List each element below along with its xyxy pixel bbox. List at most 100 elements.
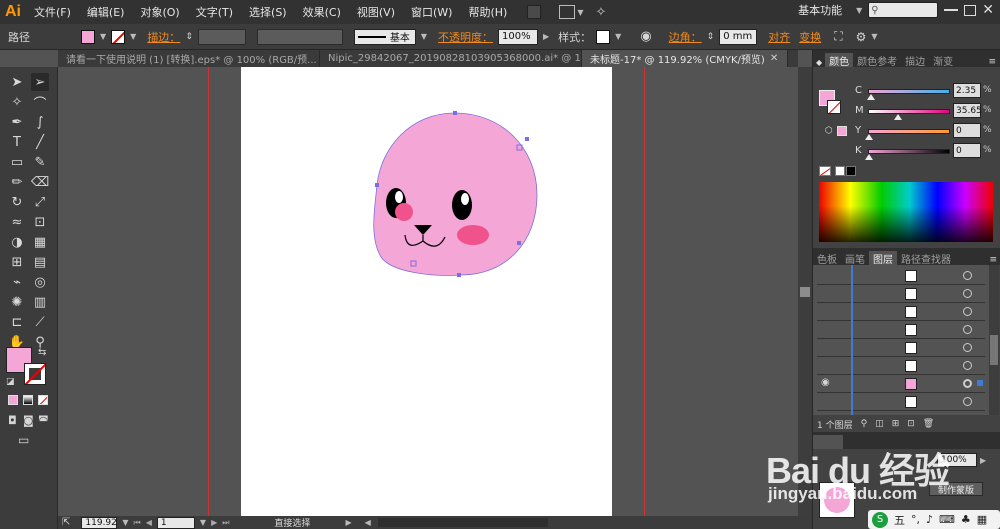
direct-selection-tool-icon[interactable]: ➢ bbox=[31, 73, 49, 91]
curvature-tool-icon[interactable]: ∫ bbox=[31, 113, 49, 131]
cyan-slider[interactable]: C 2.35 % bbox=[813, 82, 1000, 102]
yellow-track[interactable] bbox=[865, 129, 950, 140]
color-spectrum[interactable] bbox=[819, 182, 993, 242]
white-swatch[interactable] bbox=[835, 166, 845, 176]
zoom-input[interactable]: 119.92 bbox=[81, 516, 118, 529]
align-link[interactable]: 对齐 bbox=[768, 29, 790, 45]
menu-edit[interactable]: 编辑(E) bbox=[79, 4, 133, 20]
target-icon[interactable] bbox=[963, 271, 972, 280]
eyedropper-icon[interactable]: ⌁ bbox=[8, 273, 26, 291]
layer-row[interactable] bbox=[817, 339, 985, 357]
rectangle-tool-icon[interactable]: ▭ bbox=[8, 153, 26, 171]
chevron-down-icon[interactable]: ▼ bbox=[577, 8, 583, 17]
default-colors-icon[interactable]: ◪ bbox=[6, 377, 15, 387]
black-swatch[interactable] bbox=[846, 166, 856, 176]
ime-punct-icon[interactable]: °, bbox=[911, 513, 920, 526]
gradient-tool-icon[interactable]: ▤ bbox=[31, 253, 49, 271]
cyan-track[interactable] bbox=[867, 89, 950, 100]
opacity-label[interactable]: 不透明度： bbox=[438, 29, 493, 45]
fill-swatch[interactable] bbox=[81, 29, 95, 44]
locate-object-icon[interactable]: ⚲ bbox=[861, 419, 868, 429]
fill-chevron-icon[interactable]: ▼ bbox=[100, 32, 106, 41]
page-chevron-icon[interactable]: ▼ bbox=[200, 518, 206, 527]
stroke-swatch[interactable] bbox=[111, 29, 126, 44]
ime-logo-icon[interactable]: S bbox=[872, 511, 888, 528]
close-icon[interactable]: ✕ bbox=[770, 53, 778, 64]
ime-skin-icon[interactable]: ♣ bbox=[961, 513, 971, 526]
delete-icon[interactable]: 🗑 bbox=[923, 419, 934, 429]
draw-behind-icon[interactable]: ◙ bbox=[23, 414, 34, 427]
stroke-label[interactable]: 描边： bbox=[147, 29, 180, 45]
none-mode-icon[interactable] bbox=[38, 395, 48, 405]
stroke-weight-field[interactable] bbox=[197, 28, 246, 45]
screen-mode-icon[interactable]: ▭ bbox=[18, 433, 29, 447]
selection-tool-icon[interactable]: ➤ bbox=[8, 73, 26, 91]
layer-row[interactable] bbox=[817, 357, 985, 375]
warp-tool-icon[interactable]: ≈ bbox=[8, 213, 26, 231]
yellow-value-input[interactable]: 0 bbox=[953, 123, 981, 138]
line-tool-icon[interactable]: ╱ bbox=[31, 133, 49, 151]
minimize-icon[interactable] bbox=[944, 9, 959, 11]
blend-tool-icon[interactable]: ◎ bbox=[31, 273, 49, 291]
next-page-icon[interactable]: ▶ bbox=[211, 518, 217, 527]
close-icon[interactable]: ✕ bbox=[982, 2, 994, 18]
brush-chevron-icon[interactable]: ▼ bbox=[421, 32, 427, 41]
yellow-slider[interactable]: Y 0 % bbox=[813, 122, 1000, 142]
corner-stepper-icon[interactable]: ⇕ bbox=[707, 32, 715, 42]
menu-window[interactable]: 窗口(W) bbox=[403, 4, 460, 20]
target-icon[interactable] bbox=[963, 307, 972, 316]
scroll-thumb[interactable] bbox=[800, 287, 810, 297]
tab-layers[interactable]: 图层 bbox=[869, 251, 897, 266]
transform-link[interactable]: 变换 bbox=[799, 29, 821, 45]
slider-thumb-icon[interactable] bbox=[867, 94, 875, 100]
menu-effect[interactable]: 效果(C) bbox=[295, 4, 349, 20]
paintbrush-icon[interactable]: ✎ bbox=[31, 153, 49, 171]
target-icon[interactable] bbox=[963, 361, 972, 370]
rotate-tool-icon[interactable]: ↻ bbox=[8, 193, 26, 211]
tab-color-guide[interactable]: 颜色参考 bbox=[853, 53, 901, 68]
layers-list[interactable]: ◉ bbox=[813, 265, 989, 415]
none-swatch-icon[interactable] bbox=[819, 166, 831, 176]
magenta-slider[interactable]: M 35.65 % bbox=[813, 102, 1000, 122]
ime-mode-label[interactable]: 五 bbox=[894, 512, 905, 528]
layer-row[interactable] bbox=[817, 267, 985, 285]
hscroll-left-icon[interactable]: ◀ bbox=[365, 518, 371, 527]
magenta-track[interactable] bbox=[868, 109, 950, 120]
tab-brushes[interactable]: 画笔 bbox=[841, 251, 869, 266]
control-menu-chevron-icon[interactable]: ▼ bbox=[871, 32, 877, 41]
page-input[interactable]: 1 bbox=[156, 516, 195, 529]
eraser-tool-icon[interactable]: ⌫ bbox=[31, 173, 49, 191]
draw-normal-icon[interactable]: ◘ bbox=[8, 414, 17, 427]
zoom-chevron-icon[interactable]: ▼ bbox=[122, 518, 128, 527]
layer-row[interactable] bbox=[817, 321, 985, 339]
magenta-value-input[interactable]: 35.65 bbox=[953, 103, 982, 118]
control-menu-icon[interactable]: ⚙ bbox=[856, 30, 867, 44]
layer-row[interactable] bbox=[817, 285, 985, 303]
target-icon[interactable] bbox=[963, 379, 972, 388]
bridge-icon[interactable] bbox=[527, 5, 542, 19]
free-transform-icon[interactable]: ⊡ bbox=[31, 213, 49, 231]
corner-label[interactable]: 边角： bbox=[669, 29, 702, 45]
last-page-icon[interactable]: ⏭ bbox=[222, 518, 229, 528]
workspace-switcher[interactable]: 基本功能 bbox=[790, 2, 850, 18]
transparency-opacity-chevron-icon[interactable]: ▶ bbox=[980, 456, 986, 465]
lasso-icon[interactable]: ⌒ bbox=[31, 93, 49, 112]
artboard[interactable] bbox=[241, 67, 612, 516]
anchor-point[interactable] bbox=[375, 183, 379, 187]
stroke-color-box[interactable] bbox=[24, 363, 46, 385]
search-input[interactable]: ⚲ bbox=[868, 2, 939, 18]
target-icon[interactable] bbox=[963, 343, 972, 352]
pencil-tool-icon[interactable]: ✏ bbox=[8, 173, 26, 191]
mesh-tool-icon[interactable]: ⊞ bbox=[8, 253, 26, 271]
magic-wand-icon[interactable]: ✧ bbox=[8, 93, 26, 111]
gpu-icon[interactable]: ✧ bbox=[595, 5, 606, 20]
make-clip-mask-icon[interactable]: ◫ bbox=[875, 419, 884, 429]
layers-scrollbar[interactable] bbox=[989, 265, 999, 415]
canvas-area[interactable] bbox=[58, 67, 798, 516]
perspective-grid-icon[interactable]: ▦ bbox=[31, 233, 49, 251]
first-page-icon[interactable]: ⏮ bbox=[134, 518, 141, 528]
opacity-input[interactable]: 100% bbox=[498, 28, 539, 45]
export-icon[interactable]: ⇱ bbox=[62, 517, 70, 528]
anchor-point[interactable] bbox=[453, 111, 457, 115]
menu-help[interactable]: 帮助(H) bbox=[460, 4, 515, 20]
